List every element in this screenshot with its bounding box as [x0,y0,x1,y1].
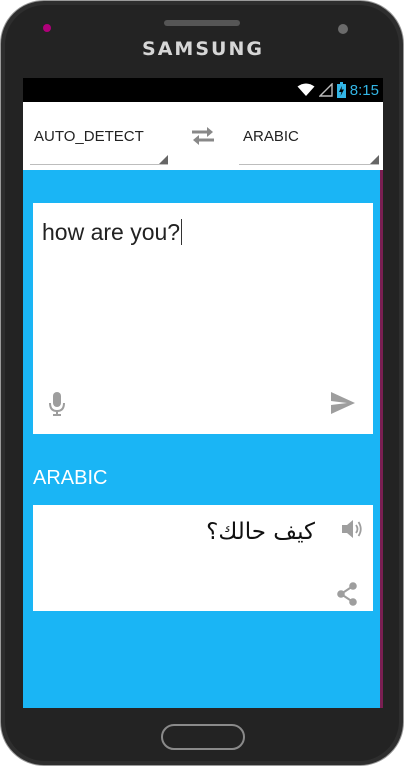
swap-languages-icon[interactable] [188,124,218,148]
input-text: how are you? [42,219,181,245]
signal-icon [318,83,333,97]
status-clock: 8:15 [349,81,379,99]
input-card: how are you? [33,203,373,434]
dropdown-arrow-icon [159,155,168,164]
source-language-spinner[interactable]: AUTO_DETECT [30,112,168,165]
app-screen: 8:15 AUTO_DETECT ARABIC how are you? ARA… [23,78,383,708]
wifi-icon [297,83,315,96]
output-card: كيف حالك؟ [33,505,373,611]
front-camera [338,24,348,34]
target-language-value: ARABIC [243,128,299,145]
scroll-edge [380,170,383,708]
status-bar: 8:15 [23,78,383,102]
dropdown-arrow-icon [370,155,379,164]
home-button[interactable] [161,724,245,750]
microphone-icon[interactable] [49,392,65,416]
translation-text: كيف حالك؟ [206,519,315,545]
earpiece-speaker [164,20,240,26]
input-text-field[interactable]: how are you? [42,219,183,246]
battery-icon [336,82,346,98]
source-language-value: AUTO_DETECT [34,128,144,145]
target-language-spinner[interactable]: ARABIC [239,112,379,165]
notification-led [43,24,51,32]
brand-logo: SAMSUNG [142,38,264,60]
output-language-label: ARABIC [33,467,108,489]
send-icon[interactable] [330,391,356,415]
share-icon[interactable] [336,582,358,606]
text-cursor [181,219,183,245]
speaker-icon[interactable] [341,519,363,539]
language-bar: AUTO_DETECT ARABIC [23,102,383,170]
